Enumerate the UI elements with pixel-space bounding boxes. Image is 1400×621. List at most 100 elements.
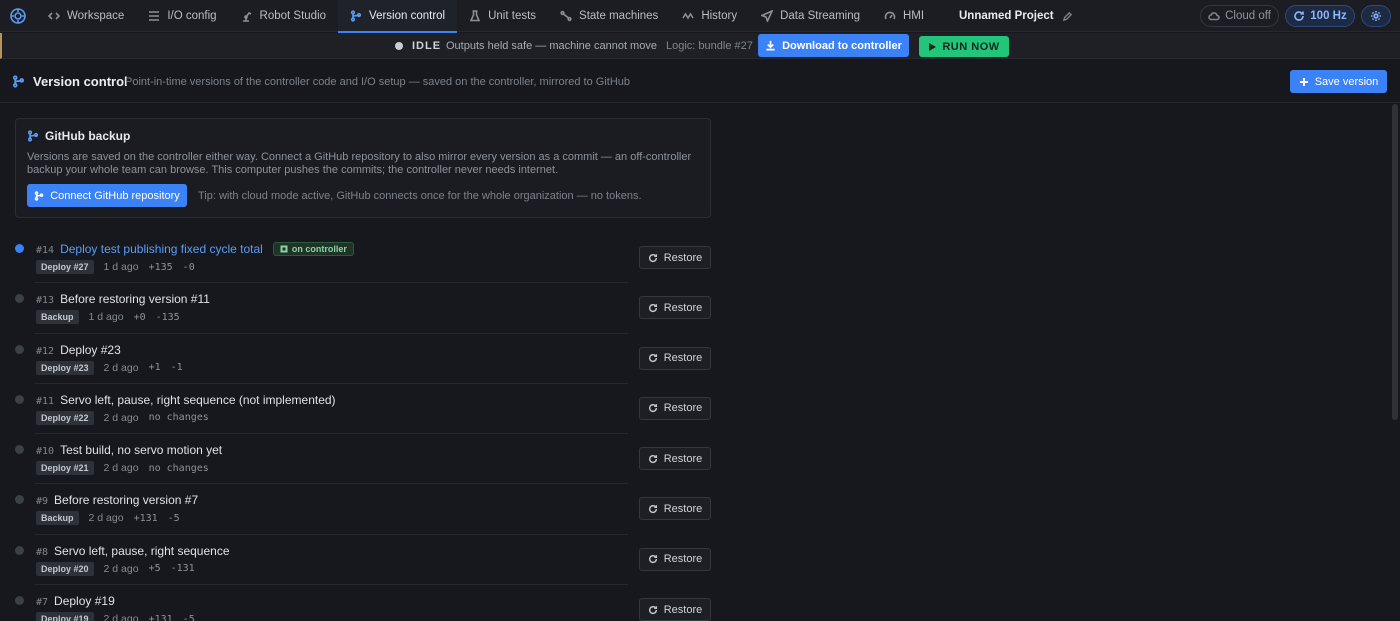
branch-icon [34,190,44,201]
branch-icon [27,130,39,142]
restore-icon [648,605,657,614]
tab-history[interactable]: History [670,0,749,32]
github-card-description: Versions are saved on the controller eit… [27,151,692,176]
version-badge: Deploy #20 [36,561,94,576]
restore-button[interactable]: Restore [639,396,711,420]
cycle-rate-button[interactable]: 100 Hz [1285,5,1355,27]
version-badge: Deploy #27 [36,260,94,274]
restore-label: Restore [663,603,703,616]
version-title: #9 Before restoring version #7 [36,493,198,507]
cloud-label: Cloud off [1225,10,1271,22]
version-meta: Deploy #20 2 d ago +5 -131 [36,561,195,576]
timeline-dot [15,394,24,404]
version-row: #7 Deploy #19 Deploy #19 2 d ago +131 -5… [0,585,720,621]
version-number: #11 [36,395,55,407]
lines-removed: -0 [182,261,195,273]
download-icon [766,40,775,51]
lines-added: +1 [148,362,161,374]
tab-workspace[interactable]: Workspace [36,0,136,32]
no-changes: no changes [148,462,209,474]
app-logo-icon[interactable] [0,0,36,32]
timeline-dot [15,244,24,253]
version-meta: Deploy #21 2 d ago no changes [36,461,209,476]
tab-hmi[interactable]: HMI [872,0,936,32]
save-version-label: Save version [1314,75,1379,88]
status-bar: IDLE Outputs held safe — machine cannot … [0,33,1400,59]
tab-io-config[interactable]: I/O config [136,0,228,32]
gauge-icon [884,11,896,19]
download-to-controller-button[interactable]: Download to controller [758,34,909,57]
version-number: #12 [36,345,55,357]
version-name: Test build, no servo motion yet [60,443,223,458]
code-icon [48,11,60,20]
restore-icon [648,404,657,413]
restore-icon [648,555,657,564]
version-meta: Backup 2 d ago +131 -5 [36,511,180,526]
tab-label: Robot Studio [259,9,327,22]
version-age: 2 d ago [103,361,139,374]
cloud-toggle[interactable]: Cloud off [1200,5,1279,27]
version-title: #7 Deploy #19 [36,594,115,608]
restore-button[interactable]: Restore [639,598,711,621]
logic-bundle: Logic: bundle #27 [666,40,753,52]
version-age: 2 d ago [103,562,139,575]
tab-unit-tests[interactable]: Unit tests [457,0,548,32]
version-age: 2 d ago [103,411,139,424]
lines-removed: -135 [155,311,180,323]
tab-label: HMI [903,9,925,22]
version-name: Servo left, pause, right sequence (not i… [60,392,336,407]
save-version-button[interactable]: Save version [1290,70,1387,93]
lines-added: +131 [133,512,158,524]
version-age: 2 d ago [103,462,139,475]
tab-label: State machines [579,9,659,22]
tab-version-control[interactable]: Version control [338,0,458,33]
pencil-icon[interactable] [1062,11,1073,22]
tab-data-streaming[interactable]: Data Streaming [749,0,872,32]
restore-button[interactable]: Restore [639,346,711,370]
lines-added: +131 [148,613,173,621]
restore-button[interactable]: Restore [639,246,711,269]
version-meta: Deploy #23 2 d ago +1 -1 [36,360,183,375]
version-row: #13 Before restoring version #11 Backup … [0,283,720,334]
scrollbar-thumb[interactable] [1392,104,1398,420]
robot-arm-icon [242,11,251,22]
restore-button[interactable]: Restore [639,497,711,521]
github-backup-card: GitHub backup Versions are saved on the … [15,118,711,218]
version-age: 2 d ago [88,512,124,525]
version-row: #9 Before restoring version #7 Backup 2 … [0,484,720,535]
version-meta: Deploy #22 2 d ago no changes [36,410,209,425]
machine-state: IDLE [412,40,442,52]
chip-icon [280,245,288,253]
download-label: Download to controller [782,39,902,52]
on-controller-badge: on controller [272,242,354,256]
version-badge: Deploy #22 [36,410,94,425]
run-now-button[interactable]: RUN NOW [919,36,1009,57]
version-number: #8 [36,546,49,558]
project-name[interactable]: Unnamed Project [959,0,1073,32]
tab-robot-studio[interactable]: Robot Studio [229,0,339,32]
restore-label: Restore [663,402,703,415]
plus-icon [1299,77,1308,86]
version-name: Before restoring version #11 [60,292,210,307]
version-title: #12 Deploy #23 [36,343,121,357]
tab-label: Data Streaming [780,9,860,22]
settings-button[interactable] [1361,5,1391,27]
restore-button[interactable]: Restore [639,296,711,320]
tab-state-machines[interactable]: State machines [548,0,670,32]
version-meta: Deploy #27 1 d ago +135 -0 [36,260,195,274]
restore-button[interactable]: Restore [639,547,711,571]
github-tip: Tip: with cloud mode active, GitHub conn… [198,190,642,202]
tab-label: History [701,9,738,22]
branch-icon [12,75,25,88]
timeline-dot [15,495,24,505]
flask-icon [469,9,481,21]
version-meta: Backup 1 d ago +0 -135 [36,310,180,325]
on-controller-label: on controller [291,244,347,254]
version-row: #10 Test build, no servo motion yet Depl… [0,434,720,485]
connect-github-button[interactable]: Connect GitHub repository [27,184,187,207]
restore-icon [648,505,657,514]
restore-button[interactable]: Restore [639,447,711,471]
history-wave-icon [682,11,694,20]
restore-label: Restore [663,553,703,566]
version-row: #12 Deploy #23 Deploy #23 2 d ago +1 -1 … [0,334,720,384]
